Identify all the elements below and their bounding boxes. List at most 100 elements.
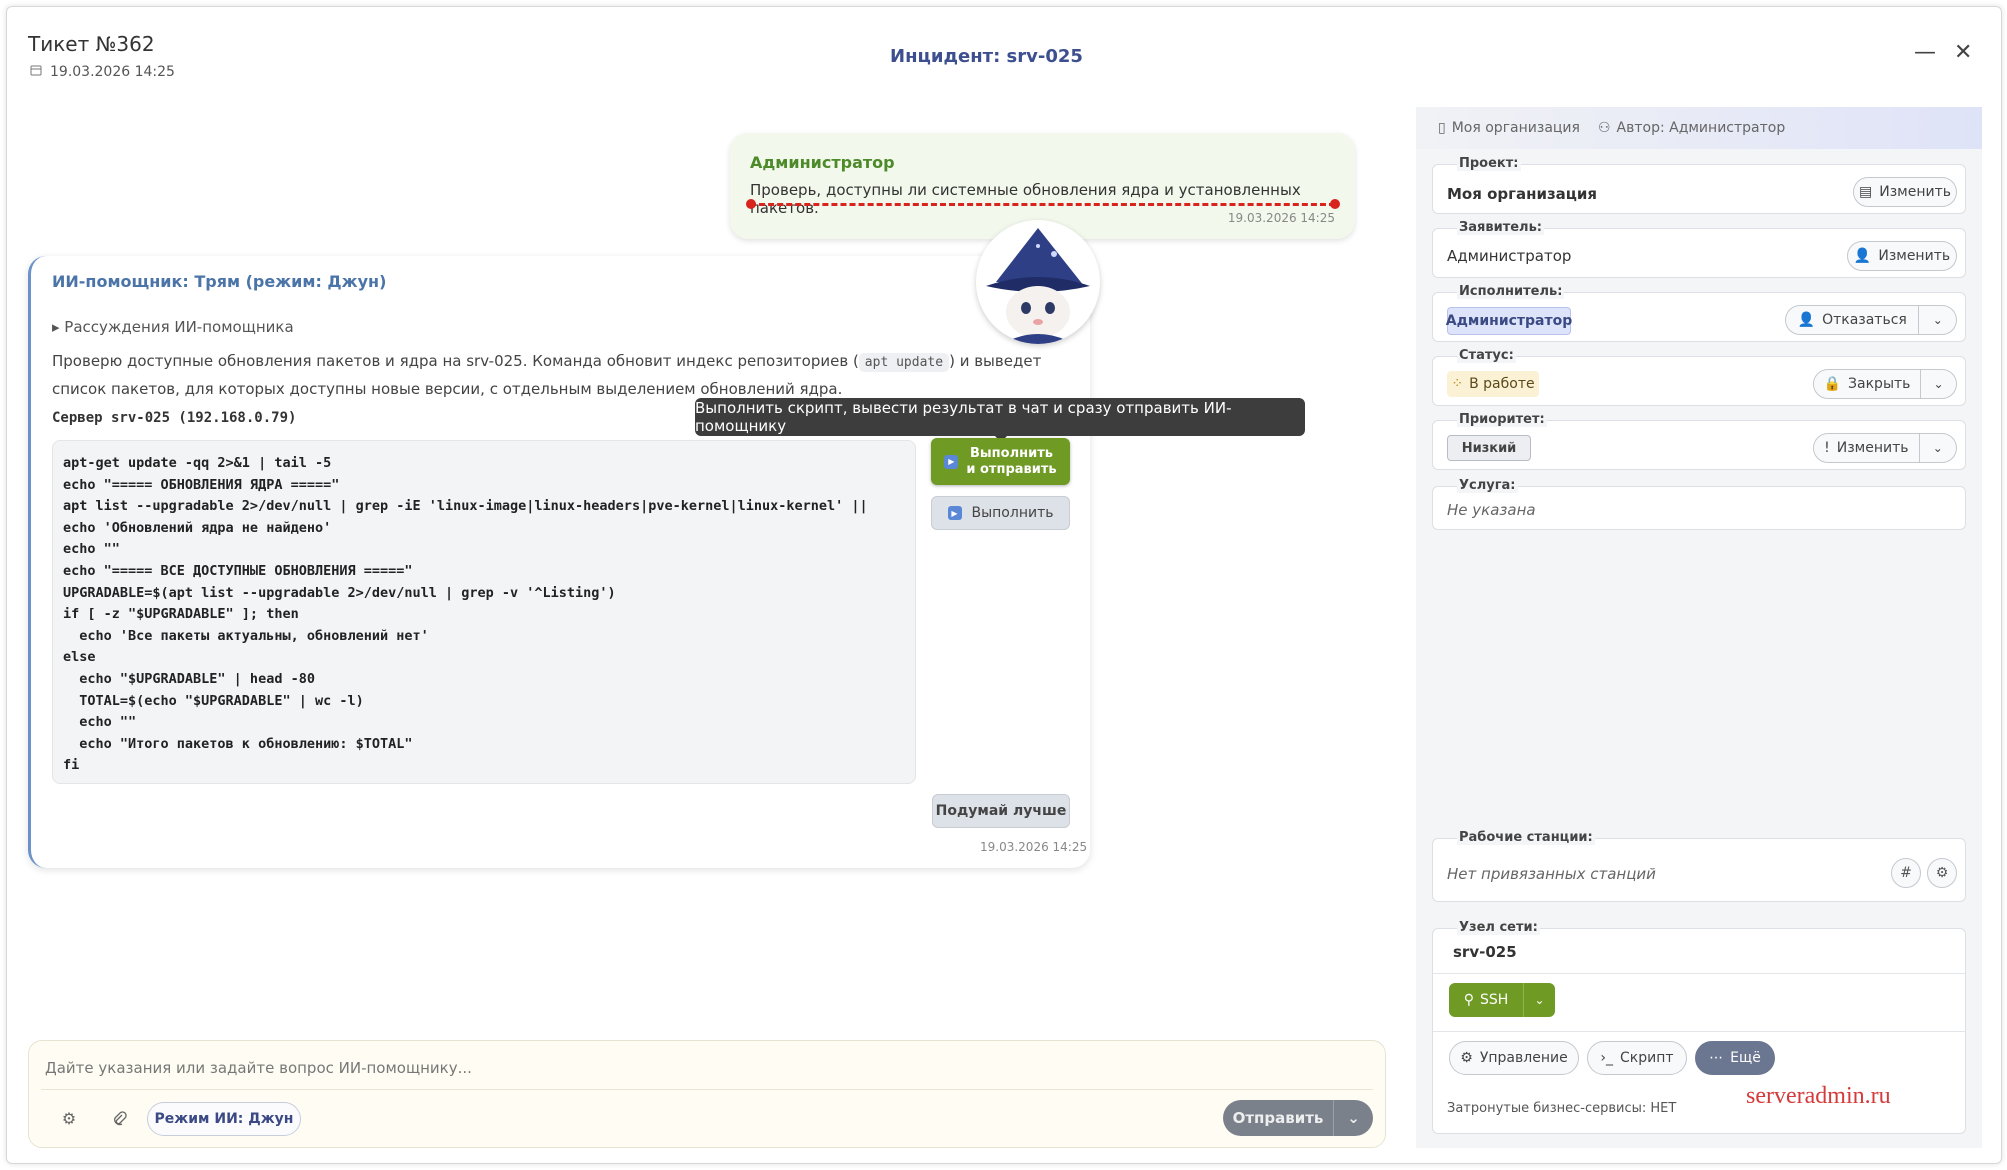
project-field: Проект: Моя организация ▤ Изменить	[1432, 156, 1966, 214]
chevron-down-icon[interactable]: ⌄	[1333, 1100, 1373, 1136]
priority-value: Низкий	[1447, 435, 1531, 461]
more-button[interactable]: ⋯ Ещё	[1695, 1041, 1775, 1075]
more-icon: ⋯	[1709, 1050, 1724, 1066]
ai-message-time: 19.03.2026 14:25	[980, 840, 1088, 854]
decline-split-button[interactable]: 👤 Отказаться ⌄	[1785, 305, 1957, 335]
highlight-dot	[1330, 199, 1340, 209]
priority-field: Приоритет: Низкий ! Изменить ⌄	[1432, 412, 1966, 470]
hash-icon[interactable]: #	[1891, 858, 1921, 888]
node-value: srv-025	[1453, 943, 1517, 961]
workstations-field: Рабочие станции: Нет привязанных станций…	[1432, 830, 1966, 902]
run-and-send-button[interactable]: ▶ Выполнить и отправить	[931, 438, 1070, 485]
ssh-button[interactable]: ⚲ SSH	[1449, 983, 1523, 1017]
requester-label: Заявитель:	[1457, 220, 1544, 235]
message-input[interactable]: Дайте указания или задайте вопрос ИИ-пом…	[45, 1059, 472, 1077]
play-icon: ▶	[947, 506, 962, 520]
incident-title: Инцидент: srv-025	[890, 46, 1083, 67]
status-label: Статус:	[1457, 348, 1516, 363]
requester-value: Администратор	[1447, 247, 1572, 265]
close-button[interactable]: ✕	[1954, 40, 1972, 65]
author-info: ⚇ Автор: Администратор	[1598, 120, 1785, 136]
send-button[interactable]: Отправить ⌄	[1223, 1100, 1373, 1136]
ai-message-text: Проверю доступные обновления пакетов и я…	[52, 348, 1062, 402]
ai-text-before: Проверю доступные обновления пакетов и я…	[52, 352, 859, 370]
close-ticket-label: Закрыть	[1848, 376, 1911, 392]
priority-split-button[interactable]: ! Изменить ⌄	[1813, 433, 1957, 463]
exclamation-icon: !	[1824, 440, 1830, 456]
status-field: Статус: ⁘ В работе 🔒 Закрыть ⌄	[1432, 348, 1966, 406]
org-name: Моя организация	[1451, 120, 1580, 136]
service-field[interactable]: Услуга: Не указана	[1432, 478, 1966, 530]
priority-change-label: Изменить	[1836, 440, 1909, 456]
gear-icon[interactable]: ⚙	[1927, 858, 1957, 888]
workstations-label: Рабочие станции:	[1457, 830, 1595, 845]
workstations-value: Нет привязанных станций	[1447, 865, 1656, 883]
settings-icon[interactable]: ⚙	[55, 1104, 83, 1132]
highlight-dot	[746, 199, 756, 209]
decline-label: Отказаться	[1822, 312, 1907, 328]
highlight-underline	[750, 203, 1335, 206]
script-button[interactable]: ›_ Скрипт	[1587, 1041, 1687, 1075]
user-message-author: Администратор	[750, 153, 895, 172]
close-split-button[interactable]: 🔒 Закрыть ⌄	[1813, 369, 1957, 399]
priority-label: Приоритет:	[1457, 412, 1547, 427]
building-icon: ▤	[1859, 184, 1873, 200]
service-label: Услуга:	[1457, 478, 1518, 493]
assignee-field: Исполнитель: Администратор 👤 Отказаться ⌄	[1432, 284, 1966, 342]
run-label: Выполнить	[971, 505, 1054, 521]
chevron-down-icon[interactable]: ⌄	[1918, 306, 1956, 334]
chevron-down-icon[interactable]: ⌄	[1920, 370, 1956, 398]
user-remove-icon: 👤	[1797, 312, 1816, 328]
attach-icon[interactable]	[105, 1104, 133, 1132]
business-services-text: Затронутые бизнес-сервисы: НЕТ	[1447, 1101, 1677, 1116]
ai-mode-selector[interactable]: Режим ИИ: Джун	[147, 1102, 301, 1136]
script-label: Скрипт	[1620, 1050, 1674, 1066]
requester-change-button[interactable]: 👤 Изменить	[1847, 241, 1957, 271]
priority-change-button[interactable]: ! Изменить	[1814, 434, 1919, 462]
project-change-button[interactable]: ▤ Изменить	[1853, 177, 1957, 207]
node-label: Узел сети:	[1457, 920, 1540, 935]
user-message-time: 19.03.2026 14:25	[1227, 211, 1335, 225]
project-value: Моя организация	[1447, 185, 1598, 203]
chevron-down-icon[interactable]: ⌄	[1918, 434, 1956, 462]
ssh-label: SSH	[1479, 992, 1509, 1008]
minimize-button[interactable]: —	[1914, 40, 1936, 65]
run-button[interactable]: ▶ Выполнить	[931, 496, 1070, 530]
inline-code: apt update	[858, 353, 950, 372]
terminal-icon: ›_	[1600, 1050, 1614, 1066]
ssh-split-button[interactable]: ⚲ SSH ⌄	[1449, 983, 1555, 1017]
assignee-value: Администратор	[1446, 307, 1572, 335]
ticket-title: Тикет №362	[28, 32, 155, 56]
think-better-button[interactable]: Подумай лучше	[932, 794, 1070, 828]
divider	[1433, 1031, 1965, 1032]
assistant-avatar	[976, 220, 1100, 344]
play-icon: ▶	[944, 454, 959, 469]
chevron-down-icon[interactable]: ⌄	[1523, 983, 1555, 1017]
decline-button[interactable]: 👤 Отказаться	[1786, 306, 1918, 334]
lock-icon: 🔒	[1823, 376, 1842, 392]
run-send-label-2: и отправить	[966, 461, 1057, 477]
manage-button[interactable]: ⚙ Управление	[1449, 1041, 1579, 1075]
message-composer: Дайте указания или задайте вопрос ИИ-пом…	[28, 1040, 1386, 1148]
status-value: В работе	[1469, 376, 1535, 392]
author-name: Автор: Администратор	[1616, 120, 1786, 136]
project-label: Проект:	[1457, 156, 1521, 171]
ticket-date-text: 19.03.2026 14:25	[50, 64, 175, 80]
run-send-label-1: Выполнить	[970, 445, 1053, 461]
requester-change-label: Изменить	[1878, 248, 1951, 264]
divider	[1433, 973, 1965, 974]
requester-field: Заявитель: Администратор 👤 Изменить	[1432, 220, 1966, 278]
assignee-label: Исполнитель:	[1457, 284, 1565, 299]
sidebar-header: ▯ Моя организация ⚇ Автор: Администратор	[1416, 107, 1982, 149]
run-send-tooltip: Выполнить скрипт, вывести результат в ча…	[695, 398, 1305, 442]
building-icon: ▯	[1438, 120, 1446, 136]
penguin-icon: ⚲	[1463, 992, 1474, 1008]
close-ticket-button[interactable]: 🔒 Закрыть	[1814, 370, 1920, 398]
divider	[41, 1089, 1373, 1090]
spinner-icon: ⁘	[1451, 376, 1464, 392]
reasoning-toggle[interactable]: ▸ Рассуждения ИИ-помощника	[52, 318, 294, 336]
org-info: ▯ Моя организация	[1438, 120, 1580, 136]
manage-label: Управление	[1479, 1050, 1568, 1066]
calendar-icon	[30, 64, 42, 80]
gear-icon: ⚙	[1460, 1050, 1473, 1066]
